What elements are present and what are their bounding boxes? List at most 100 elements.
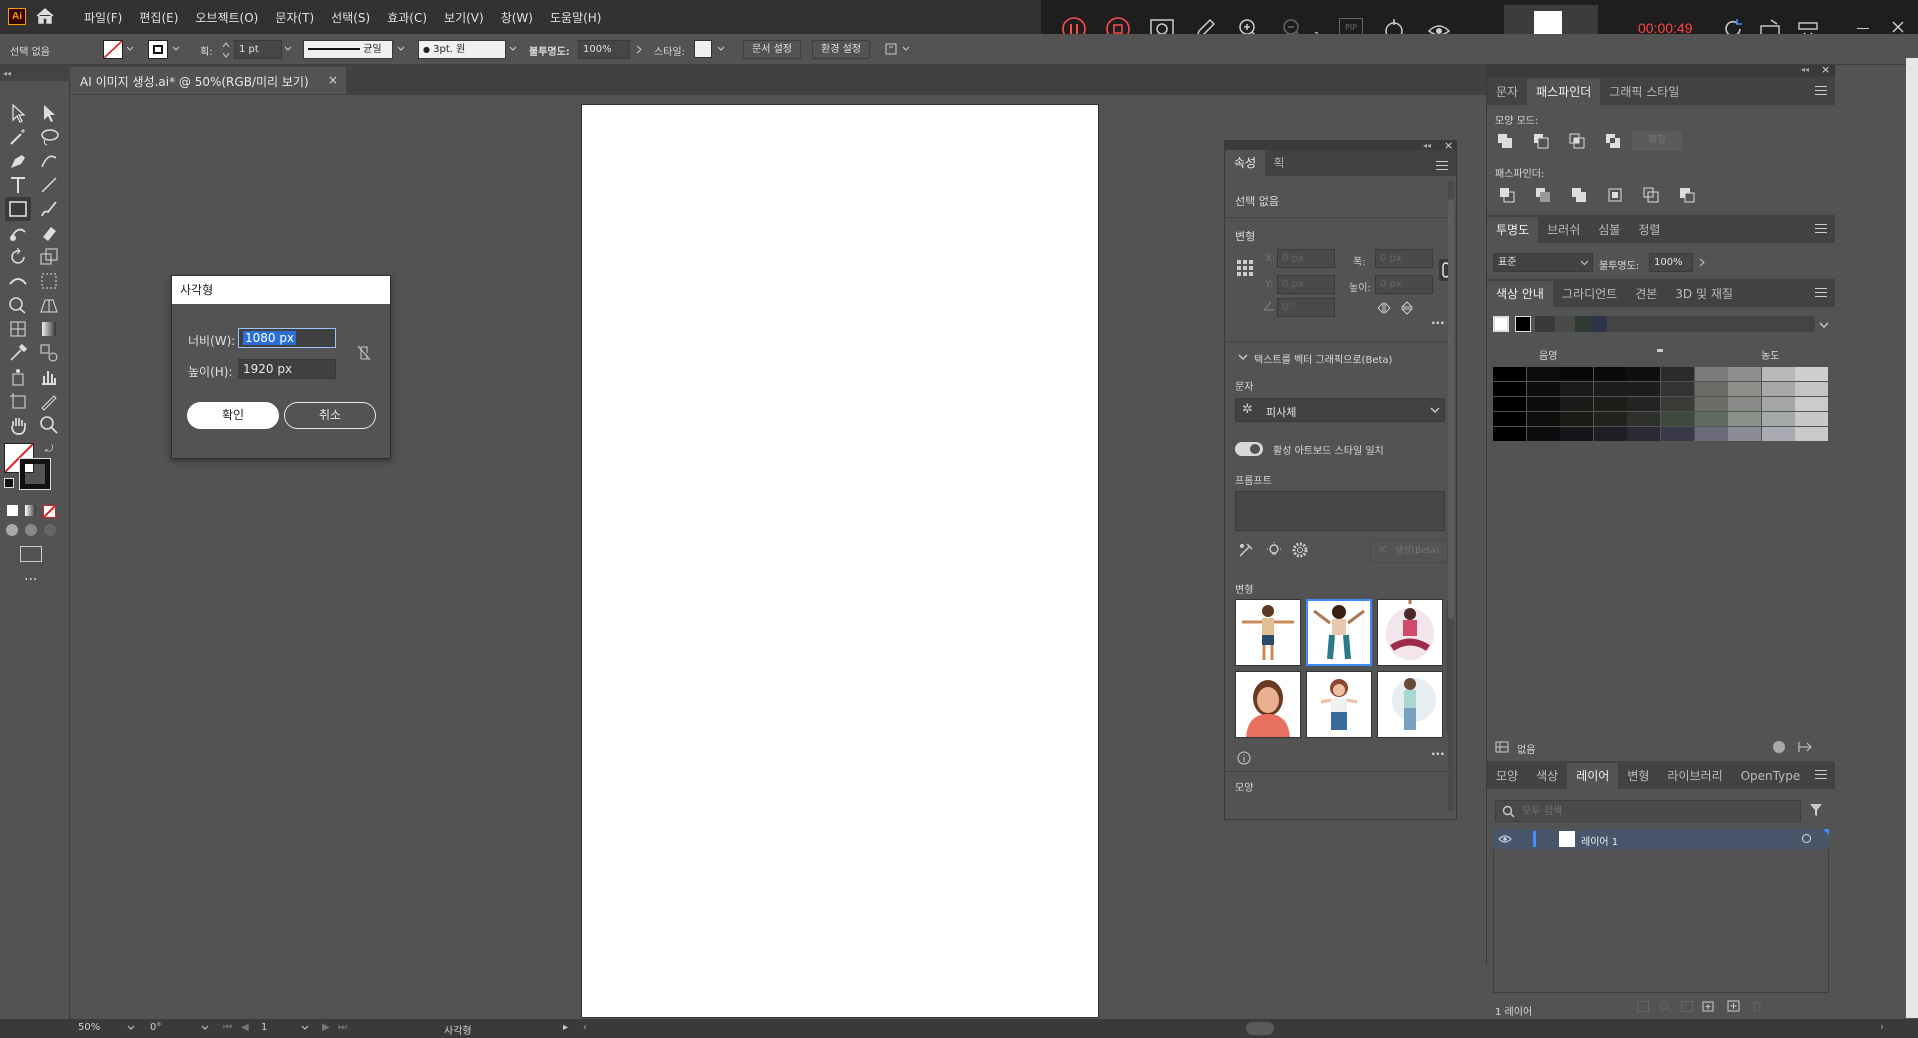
paintbrush-tool-icon[interactable] — [38, 198, 60, 220]
tab-opentype[interactable]: OpenType — [1732, 763, 1810, 789]
color-variation-swatch[interactable] — [1661, 397, 1694, 411]
gradient-tool-icon[interactable] — [38, 318, 60, 340]
draw-normal-icon[interactable] — [6, 524, 18, 536]
color-variation-swatch[interactable] — [1627, 427, 1661, 441]
stroke-profile-dropdown-icon[interactable] — [397, 46, 405, 52]
zoom-tool-icon[interactable] — [38, 414, 60, 436]
stroke-dropdown-icon[interactable] — [172, 46, 180, 52]
tab-color-guide[interactable]: 색상 안내 — [1487, 281, 1553, 307]
color-variation-swatch[interactable] — [1627, 397, 1661, 411]
harmony-strip[interactable] — [1535, 316, 1815, 332]
merge-icon[interactable] — [1571, 187, 1587, 203]
variation-thumb-6[interactable] — [1377, 671, 1443, 738]
horizontal-scrollbar-thumb[interactable] — [1246, 1022, 1274, 1035]
more-options-icon[interactable]: ··· — [1431, 747, 1445, 761]
chevron-down-icon[interactable] — [301, 1025, 309, 1031]
color-variation-swatch[interactable] — [1661, 412, 1694, 426]
new-sublayer-icon[interactable] — [1701, 1000, 1717, 1012]
color-variation-swatch[interactable] — [1593, 427, 1627, 441]
angle-field[interactable]: 0° — [1277, 298, 1335, 317]
color-variation-swatch[interactable] — [1493, 427, 1526, 441]
document-tab[interactable]: AI 이미지 생성.ai* @ 50%(RGB/미리 보기) × — [70, 67, 346, 94]
minus-front-icon[interactable] — [1533, 133, 1549, 149]
opacity-field[interactable]: 100% — [578, 40, 630, 59]
constrain-proportions-icon[interactable] — [356, 344, 372, 362]
chevron-down-icon[interactable] — [127, 1025, 135, 1031]
color-variation-swatch[interactable] — [1728, 367, 1762, 381]
color-variation-swatch[interactable] — [1795, 397, 1829, 411]
filter-icon[interactable] — [1809, 803, 1823, 817]
trim-icon[interactable] — [1535, 187, 1551, 203]
color-variation-swatch[interactable] — [1627, 367, 1661, 381]
tab-3d-materials[interactable]: 3D 및 재질 — [1666, 281, 1742, 307]
scale-tool-icon[interactable] — [38, 246, 60, 268]
layers-search-field[interactable] — [1495, 800, 1801, 822]
color-variation-swatch[interactable] — [1694, 397, 1728, 411]
selection-tool-icon[interactable] — [7, 102, 29, 124]
flip-horizontal-icon[interactable] — [1377, 302, 1391, 314]
shaper-tool-icon[interactable] — [7, 222, 29, 244]
stroke-stepper[interactable] — [221, 41, 231, 59]
tab-transparency[interactable]: 투명도 — [1487, 217, 1539, 243]
color-variation-swatch[interactable] — [1593, 367, 1627, 381]
exclude-icon[interactable] — [1605, 133, 1621, 149]
draw-behind-icon[interactable] — [25, 524, 37, 536]
rotation-angle[interactable]: 0° — [150, 1022, 161, 1033]
stroke-weight-field[interactable]: 1 pt — [234, 40, 282, 59]
divide-icon[interactable] — [1499, 187, 1515, 203]
new-layer-icon[interactable] — [1727, 1000, 1741, 1012]
collapse-panel-icon[interactable]: ◂◂ — [1423, 141, 1431, 150]
info-icon[interactable] — [1237, 751, 1251, 765]
layer-name[interactable]: 레이어 1 — [1581, 833, 1618, 848]
menu-window[interactable]: 창(W) — [501, 9, 533, 26]
panel-menu-icon[interactable] — [1436, 161, 1448, 170]
status-menu-arrow-icon[interactable]: ▸ — [563, 1022, 568, 1033]
color-variation-swatch[interactable] — [1526, 382, 1560, 396]
color-variation-swatch[interactable] — [1795, 367, 1829, 381]
arrange-documents-icon[interactable] — [885, 42, 911, 56]
screen-mode-icon[interactable] — [20, 546, 42, 562]
column-graph-tool-icon[interactable] — [38, 366, 60, 388]
color-variation-swatch[interactable] — [1795, 412, 1829, 426]
gradient-mode-icon[interactable] — [25, 505, 36, 516]
color-variation-swatch[interactable] — [1560, 427, 1594, 441]
scroll-right-icon[interactable]: › — [1880, 1022, 1884, 1033]
close-dock-icon[interactable]: × — [1821, 63, 1830, 76]
color-variation-swatch[interactable] — [1661, 367, 1694, 381]
tab-appearance[interactable]: 모양 — [1487, 763, 1527, 789]
free-transform-tool-icon[interactable] — [38, 270, 60, 292]
width-tool-icon[interactable] — [7, 270, 29, 292]
color-variation-swatch[interactable] — [1627, 412, 1661, 426]
collapse-dock-icon[interactable]: ◂◂ — [1801, 65, 1809, 74]
more-options-icon[interactable]: ··· — [1431, 316, 1445, 330]
swap-colors-icon[interactable]: ⤾ — [45, 444, 53, 455]
hand-tool-icon[interactable] — [7, 414, 29, 436]
tab-align[interactable]: 정렬 — [1629, 217, 1669, 243]
brush-dropdown-icon[interactable] — [509, 46, 517, 52]
color-variation-swatch[interactable] — [1560, 412, 1594, 426]
color-variation-swatch[interactable] — [1526, 367, 1560, 381]
ok-button[interactable]: 확인 — [187, 402, 279, 429]
symbol-sprayer-tool-icon[interactable] — [7, 366, 29, 388]
type-tool-icon[interactable] — [7, 174, 29, 196]
rotate-tool-icon[interactable] — [7, 246, 29, 268]
crop-icon[interactable] — [1607, 187, 1623, 203]
close-tab-icon[interactable]: × — [328, 73, 338, 87]
type-dropdown[interactable]: ✲ 피사체 — [1235, 398, 1445, 422]
eraser-tool-icon[interactable] — [38, 222, 60, 244]
export-icon[interactable] — [1637, 1001, 1649, 1012]
slice-tool-icon[interactable] — [38, 390, 60, 412]
collapse-toolbar-icon[interactable]: ◂◂ — [3, 69, 11, 78]
color-variation-swatch[interactable] — [1627, 382, 1661, 396]
cancel-button[interactable]: 취소 — [284, 402, 376, 429]
artboard-number[interactable]: 1 — [261, 1022, 267, 1033]
opacity-arrow-icon[interactable] — [1699, 258, 1705, 267]
width-field[interactable]: 0 px — [1375, 249, 1433, 268]
opacity-arrow-icon[interactable] — [636, 45, 642, 54]
rectangle-tool-icon[interactable] — [5, 197, 31, 221]
chevron-down-icon[interactable] — [1819, 322, 1829, 328]
swatch-library-icon[interactable] — [1495, 741, 1509, 753]
tab-layers[interactable]: 레이어 — [1567, 763, 1619, 789]
previous-artboard-icon[interactable]: ◀ — [241, 1022, 249, 1033]
color-variation-swatch[interactable] — [1728, 382, 1762, 396]
